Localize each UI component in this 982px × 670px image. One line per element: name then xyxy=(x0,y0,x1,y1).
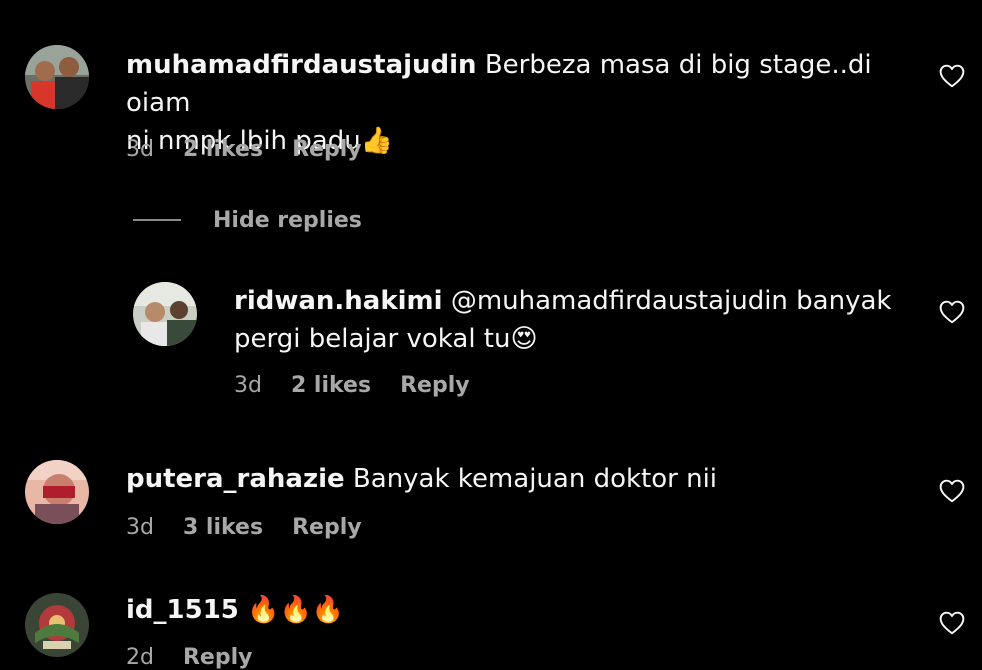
avatar[interactable] xyxy=(25,45,89,109)
reply-meta: 3d 2 likes Reply xyxy=(234,373,470,398)
hide-replies-label: Hide replies xyxy=(213,207,362,233)
comment-username[interactable]: muhamadfirdaustajudin xyxy=(126,50,477,80)
reply-button[interactable]: Reply xyxy=(292,515,362,540)
comment-likes[interactable]: 3 likes xyxy=(183,515,263,540)
comment-text: putera_rahazie Banyak kemajuan doktor ni… xyxy=(126,460,926,498)
comment-body-line: 🔥🔥🔥 xyxy=(238,595,345,625)
hide-replies-button[interactable]: Hide replies xyxy=(133,205,362,235)
reply-body-line: pergi belajar vokal tu😍 xyxy=(234,324,538,354)
comment-time: 3d xyxy=(126,515,154,540)
avatar[interactable] xyxy=(25,460,89,524)
heart-icon[interactable] xyxy=(939,479,965,503)
heart-icon[interactable] xyxy=(939,64,965,88)
comment-meta: 3d 3 likes Reply xyxy=(126,515,362,540)
reply-username[interactable]: ridwan.hakimi xyxy=(234,286,443,316)
reply-time: 3d xyxy=(234,373,262,398)
avatar[interactable] xyxy=(25,593,89,657)
comment-text: id_1515 🔥🔥🔥 xyxy=(126,591,926,629)
reply-likes[interactable]: 2 likes xyxy=(291,373,371,398)
heart-icon[interactable] xyxy=(939,611,965,635)
comment-meta: 3d 2 likes Reply xyxy=(126,137,362,162)
comment-meta: 2d Reply xyxy=(126,645,252,670)
reply-button[interactable]: Reply xyxy=(292,137,362,162)
reply-text: ridwan.hakimi @muhamadfirdaustajudin ban… xyxy=(234,282,914,358)
avatar[interactable] xyxy=(133,282,197,346)
comment-username[interactable]: id_1515 xyxy=(126,595,239,625)
comment-username[interactable]: putera_rahazie xyxy=(126,464,345,494)
comment-body-line: Banyak kemajuan doktor nii xyxy=(344,464,718,494)
heart-icon[interactable] xyxy=(939,300,965,324)
reply-button[interactable]: Reply xyxy=(183,645,253,670)
comment-time: 2d xyxy=(126,645,154,670)
reply-body-line: @muhamadfirdaustajudin banyak xyxy=(442,286,892,316)
comment-time: 3d xyxy=(126,137,154,162)
comment-likes[interactable]: 2 likes xyxy=(183,137,263,162)
divider-line xyxy=(133,219,181,221)
reply-button[interactable]: Reply xyxy=(400,373,470,398)
